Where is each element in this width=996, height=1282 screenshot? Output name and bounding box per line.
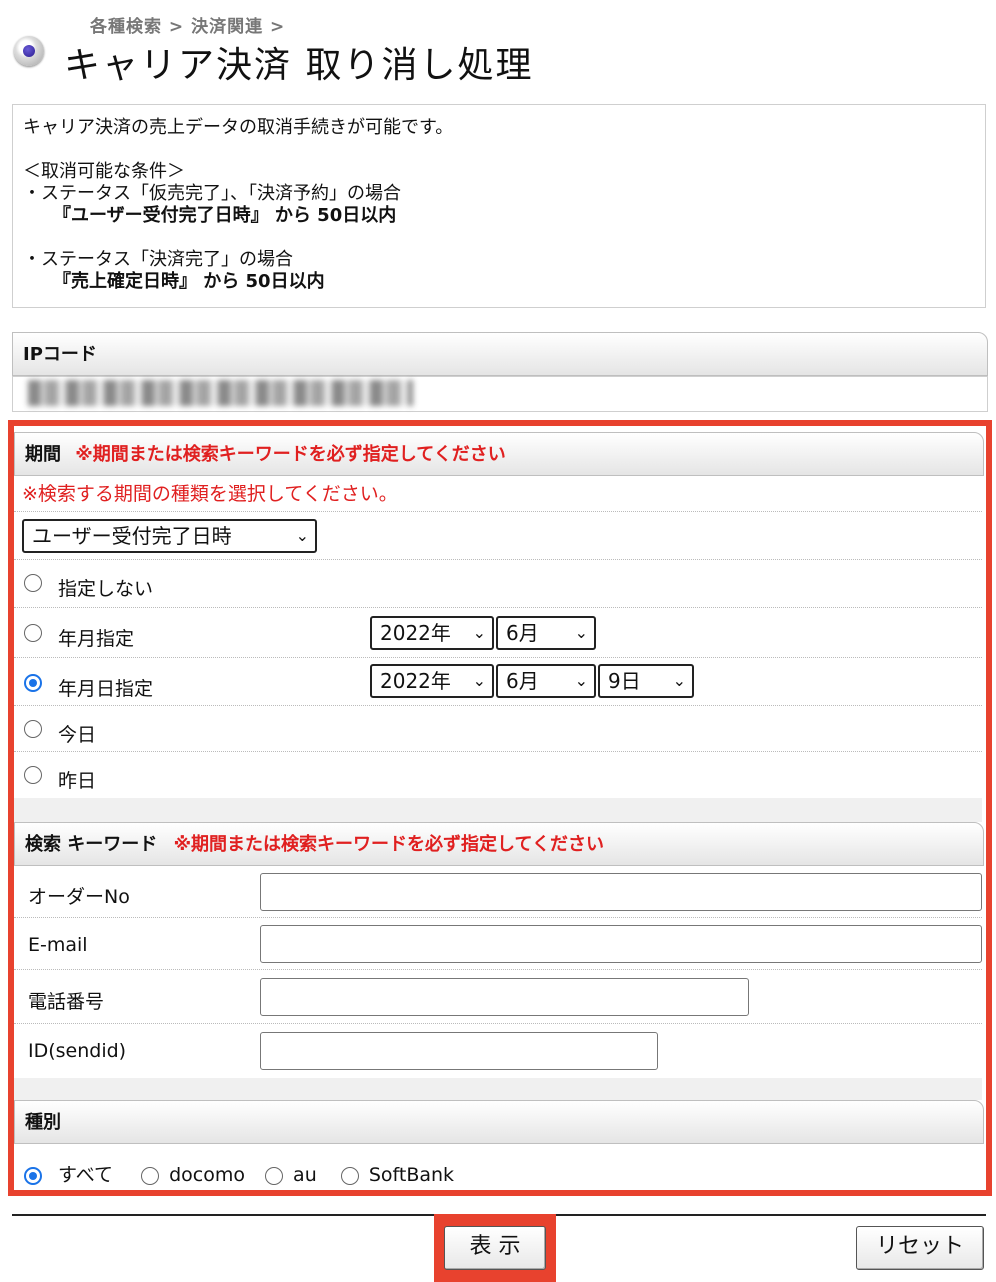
period-label: 期間	[25, 444, 61, 465]
section-spacer	[14, 798, 982, 822]
ymd-month-select[interactable]: 6月 ⌄	[496, 664, 596, 698]
keyword-label: 検索 キーワード	[25, 834, 158, 855]
email-label: E-mail	[28, 934, 88, 956]
email-input[interactable]	[260, 925, 982, 963]
period-required-note: ※期間または検索キーワードを必ず指定してください	[75, 444, 506, 465]
chevron-down-icon: ⌄	[472, 671, 486, 690]
ymd-day-value: 9日	[608, 669, 641, 693]
ym-year-select[interactable]: 2022年 ⌄	[370, 616, 494, 650]
period-option-row	[14, 560, 982, 608]
chevron-down-icon: ⌄	[472, 623, 486, 642]
condition-1: ・ステータス「仮売完了」、「決済予約」の場合	[23, 183, 401, 204]
reset-button[interactable]: リセット	[856, 1226, 984, 1270]
show-button[interactable]: 表 示	[444, 1226, 546, 1270]
chevron-down-icon: ⌄	[295, 526, 309, 545]
condition-2: ・ステータス「決済完了」の場合	[23, 249, 293, 270]
type-option-label: docomo	[169, 1164, 245, 1186]
condition-2-detail: 『売上確定日時』 から 50日以内	[53, 271, 325, 292]
ip-code-label: IPコード	[23, 344, 97, 365]
info-panel: キャリア決済の売上データの取消手続きが可能です。 ＜取消可能な条件＞ ・ステータ…	[12, 104, 986, 308]
title-bullet-icon	[14, 36, 44, 66]
type-options: すべて docomo au SoftBank	[24, 1160, 454, 1187]
radio-period-none[interactable]	[24, 574, 42, 592]
radio-period-year-month-day[interactable]	[24, 674, 42, 692]
radio-type-all[interactable]	[24, 1166, 42, 1185]
radio-period-today[interactable]	[24, 720, 42, 738]
period-select-note: ※検索する期間の種類を選択してください。	[22, 483, 398, 505]
period-option-label: 年月指定	[58, 628, 135, 650]
period-type-select[interactable]: ユーザー受付完了日時 ⌄	[22, 519, 317, 553]
type-label: 種別	[25, 1112, 61, 1133]
chevron-down-icon: ⌄	[672, 671, 686, 690]
ip-code-header: IPコード	[12, 332, 988, 376]
type-option-label: SoftBank	[368, 1164, 455, 1186]
sendid-input[interactable]	[260, 1032, 658, 1070]
ymd-month-value: 6月	[506, 669, 539, 693]
ymd-year-value: 2022年	[380, 669, 451, 693]
period-select-note-row: ※検索する期間の種類を選択してください。	[14, 476, 982, 512]
info-text: キャリア決済の売上データの取消手続きが可能です。	[23, 117, 454, 138]
phone-input[interactable]	[260, 978, 749, 1016]
radio-period-year-month[interactable]	[24, 624, 42, 642]
phone-label: 電話番号	[28, 991, 105, 1013]
sendid-label: ID(sendid)	[28, 1040, 127, 1062]
ymd-year-select[interactable]: 2022年 ⌄	[370, 664, 494, 698]
radio-type-softbank[interactable]	[340, 1166, 359, 1185]
ym-year-value: 2022年	[380, 621, 451, 645]
radio-type-docomo[interactable]	[141, 1166, 160, 1185]
period-header: 期間 ※期間または検索キーワードを必ず指定してください	[14, 432, 984, 476]
period-option-label: 年月日指定	[58, 678, 154, 700]
type-option-label: au	[293, 1164, 317, 1186]
ip-code-value-blurred	[28, 380, 413, 406]
keyword-header: 検索 キーワード ※期間または検索キーワードを必ず指定してください	[14, 822, 984, 866]
period-option-row	[14, 706, 982, 752]
condition-1-detail: 『ユーザー受付完了日時』 から 50日以内	[53, 205, 397, 226]
period-option-label: 今日	[58, 724, 97, 746]
chevron-down-icon: ⌄	[574, 671, 588, 690]
conditions-header: ＜取消可能な条件＞	[23, 161, 185, 182]
radio-period-yesterday[interactable]	[24, 766, 42, 784]
order-no-label: オーダーNo	[28, 886, 130, 908]
order-no-input[interactable]	[260, 873, 982, 911]
ymd-day-select[interactable]: 9日 ⌄	[598, 664, 694, 698]
page-title: キャリア決済 取り消し処理	[64, 45, 534, 86]
section-spacer	[14, 1078, 982, 1100]
keyword-required-note: ※期間または検索キーワードを必ず指定してください	[173, 834, 604, 855]
ym-month-select[interactable]: 6月 ⌄	[496, 616, 596, 650]
period-option-label: 昨日	[58, 770, 97, 792]
radio-type-au[interactable]	[265, 1166, 283, 1185]
period-option-label: 指定しない	[58, 578, 154, 600]
type-option-label: すべて	[58, 1164, 113, 1186]
ym-month-value: 6月	[506, 621, 539, 645]
type-header: 種別	[14, 1100, 984, 1144]
period-option-row	[14, 752, 982, 798]
breadcrumb: 各種検索 > 決済関連 >	[90, 17, 286, 37]
period-type-select-value: ユーザー受付完了日時	[32, 524, 232, 548]
chevron-down-icon: ⌄	[574, 623, 588, 642]
